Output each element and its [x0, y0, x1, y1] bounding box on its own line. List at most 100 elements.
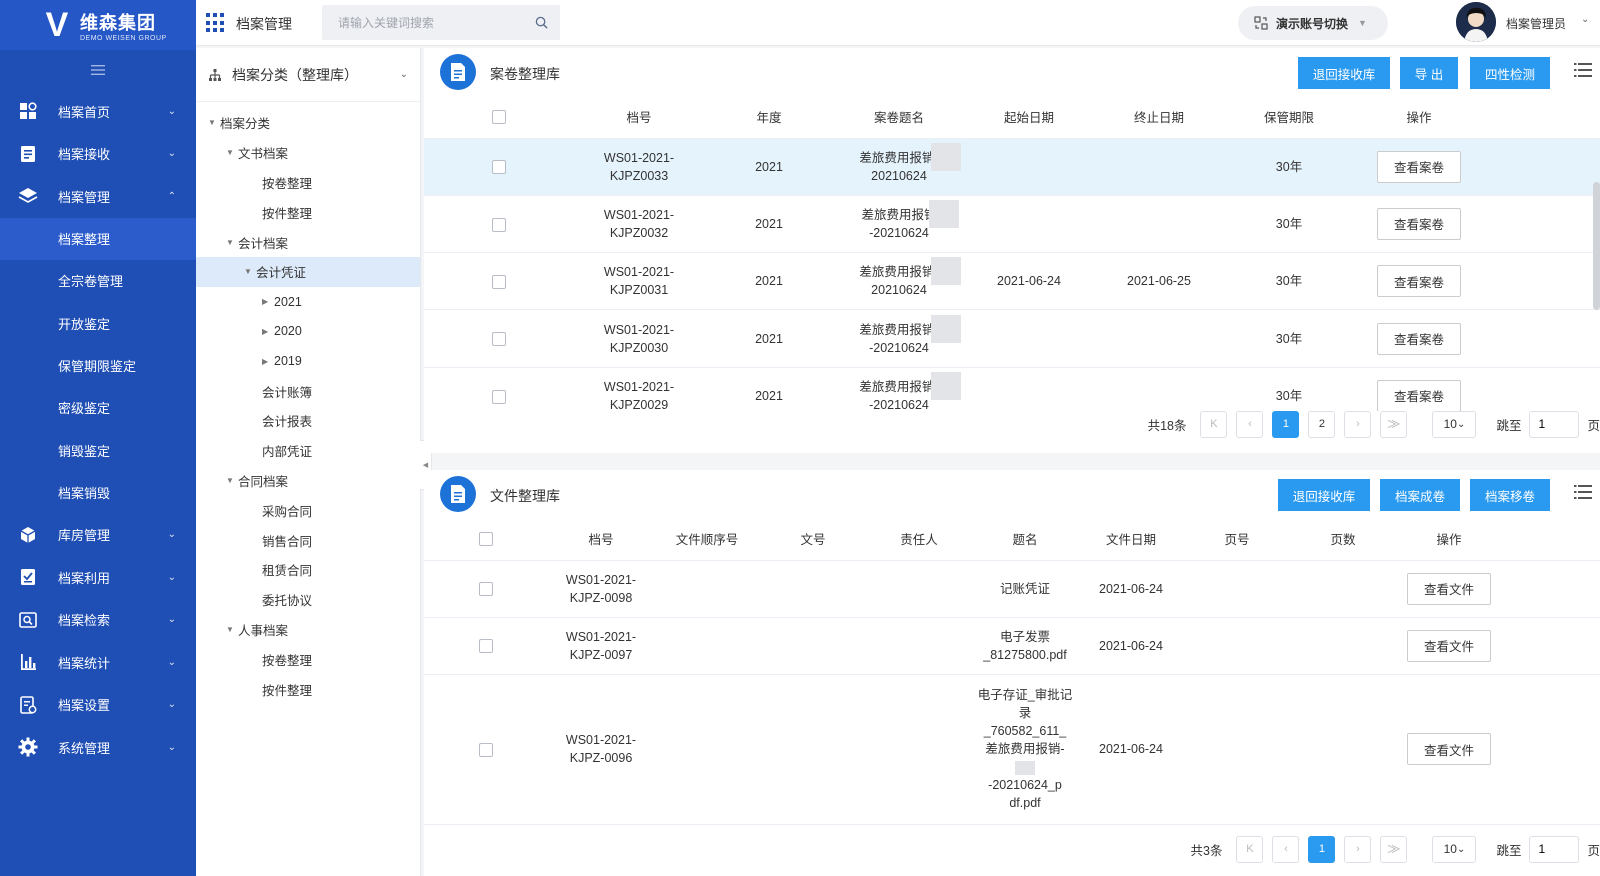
tree-node[interactable]: ▼ 会计档案 — [196, 227, 420, 257]
row-select-cell[interactable] — [424, 617, 548, 675]
column-header[interactable]: 页数 — [1290, 518, 1396, 561]
select-all-checkbox[interactable] — [492, 110, 506, 125]
view-volume-button[interactable]: 查看案卷 — [1376, 207, 1461, 240]
column-header[interactable]: 起始日期 — [964, 96, 1094, 139]
column-header[interactable]: 操作 — [1354, 96, 1484, 139]
tree-node[interactable]: ▼ 人事档案 — [196, 615, 420, 645]
column-header[interactable]: 年度 — [704, 96, 834, 139]
tree-node[interactable]: ▶ 2021 — [196, 287, 420, 317]
row-checkbox[interactable] — [479, 582, 493, 597]
caret-down-icon[interactable]: ▼ — [208, 118, 220, 127]
view-volume-button[interactable]: 查看案卷 — [1376, 150, 1461, 183]
tree-node[interactable]: 按卷整理 — [196, 168, 420, 198]
tree-node[interactable]: 按卷整理 — [196, 644, 420, 674]
menu-collapse-button[interactable] — [0, 50, 196, 90]
tree-node[interactable]: 委托协议 — [196, 585, 420, 615]
column-settings-icon[interactable] — [1574, 484, 1592, 500]
nav-item-receive[interactable]: 档案接收 ⌄ — [0, 133, 196, 176]
tree-node[interactable]: 按件整理 — [196, 197, 420, 227]
row-select-cell[interactable] — [424, 138, 574, 196]
next-page-button[interactable]: › — [1344, 835, 1372, 863]
nav-item-search[interactable]: 档案检索 ⌄ — [0, 599, 196, 642]
chevron-down-icon[interactable]: ⌄ — [1581, 14, 1589, 25]
tree-node[interactable]: 采购合同 — [196, 495, 420, 525]
nav-item-warehouse[interactable]: 库房管理 ⌄ — [0, 514, 196, 557]
next-page-button[interactable]: › — [1344, 410, 1372, 438]
column-header[interactable]: 终止日期 — [1094, 96, 1224, 139]
column-header[interactable]: 文号 — [760, 518, 866, 561]
volume-scrollbar[interactable] — [1593, 182, 1600, 310]
view-file-button[interactable]: 查看文件 — [1406, 629, 1491, 662]
page-number-button[interactable]: 2 — [1308, 410, 1336, 438]
row-select-cell[interactable] — [424, 195, 574, 254]
tree-header[interactable]: 档案分类（整理库） ⌄ — [196, 48, 420, 102]
return-to-receive-button[interactable]: 退回接收库 — [1298, 57, 1390, 89]
user-name[interactable]: 档案管理员 — [1506, 15, 1566, 32]
tree-node[interactable]: 内部凭证 — [196, 436, 420, 466]
caret-down-icon[interactable]: ▼ — [226, 238, 238, 247]
nav-sub-item-destroy-appraisal[interactable]: 销毁鉴定 — [0, 429, 196, 471]
page-number-button[interactable]: 1 — [1308, 835, 1336, 863]
nav-item-home[interactable]: 档案首页 ⌄ — [0, 90, 196, 133]
return-to-receive-button[interactable]: 退回接收库 — [1278, 479, 1370, 511]
file-table-scroll[interactable]: 档号 文件顺序号 文号 责任人 题名 文件日期 页号 页数 操作 WS01-20… — [424, 518, 1600, 842]
column-header[interactable]: 责任人 — [866, 518, 972, 561]
table-row[interactable]: WS01-2021- KJPZ0030 2021 差旅费用报销- -20210624 30… — [424, 309, 1600, 368]
tree-node[interactable]: 租赁合同 — [196, 555, 420, 585]
caret-right-icon[interactable]: ▶ — [262, 357, 274, 366]
caret-down-icon[interactable]: ▼ — [226, 148, 238, 157]
nav-item-manage[interactable]: 档案管理 ⌃ — [0, 175, 196, 218]
column-settings-icon[interactable] — [1574, 62, 1592, 78]
row-select-cell[interactable] — [424, 560, 548, 618]
last-page-button[interactable]: ⨠ — [1380, 410, 1408, 438]
apps-grid-icon[interactable] — [206, 13, 226, 33]
nav-sub-item-arrange[interactable]: 档案整理 — [0, 217, 196, 260]
form-volume-button[interactable]: 档案成卷 — [1380, 479, 1460, 511]
volume-table-scroll[interactable]: 档号 年度 案卷题名 起始日期 终止日期 保管期限 操作 WS01-2021- K… — [424, 96, 1600, 411]
view-file-button[interactable]: 查看文件 — [1406, 733, 1491, 765]
prev-page-button[interactable]: ‹ — [1236, 410, 1264, 438]
four-property-check-button[interactable]: 四性检测 — [1470, 57, 1550, 89]
prev-page-button[interactable]: ‹ — [1272, 835, 1300, 863]
jump-page-input[interactable] — [1529, 410, 1580, 438]
nav-item-utilize[interactable]: 档案利用 ⌄ — [0, 556, 196, 599]
tree-node[interactable]: 销售合同 — [196, 525, 420, 555]
row-select-cell[interactable] — [424, 252, 574, 311]
caret-down-icon[interactable]: ▼ — [226, 476, 238, 485]
caret-right-icon[interactable]: ▶ — [262, 297, 274, 306]
nav-item-statistics[interactable]: 档案统计 ⌄ — [0, 641, 196, 684]
export-button[interactable]: 导 出 — [1400, 57, 1458, 89]
tree-node[interactable]: 按件整理 — [196, 674, 420, 704]
avatar[interactable] — [1456, 2, 1496, 42]
row-select-cell[interactable] — [424, 367, 574, 411]
table-row[interactable]: WS01-2021- KJPZ-0097 电子发票 _81275800.pdf 2021… — [424, 617, 1600, 675]
row-select-cell[interactable] — [424, 674, 548, 825]
table-row[interactable]: WS01-2021- KJPZ0032 2021 差旅费用报销 -20210624 30年… — [424, 195, 1600, 254]
column-header[interactable]: 页号 — [1184, 518, 1290, 561]
table-row[interactable]: WS01-2021- KJPZ0033 2021 差旅费用报销- 20210624 30年… — [424, 138, 1600, 196]
view-volume-button[interactable]: 查看案卷 — [1376, 379, 1461, 411]
move-volume-button[interactable]: 档案移卷 — [1470, 479, 1550, 511]
row-checkbox[interactable] — [479, 742, 493, 757]
view-file-button[interactable]: 查看文件 — [1406, 572, 1491, 605]
row-checkbox[interactable] — [492, 274, 506, 289]
column-header[interactable]: 档号 — [574, 96, 704, 139]
column-header[interactable]: 保管期限 — [1224, 96, 1354, 139]
account-switch-button[interactable]: 演示账号切换 ▼ — [1238, 6, 1388, 40]
column-header[interactable]: 文件日期 — [1078, 518, 1184, 561]
row-checkbox[interactable] — [492, 160, 506, 175]
column-header[interactable]: 档号 — [548, 518, 654, 561]
first-page-button[interactable]: K — [1236, 835, 1264, 863]
tree-node[interactable]: ▶ 2019 — [196, 346, 420, 376]
last-page-button[interactable]: ⨠ — [1380, 835, 1408, 863]
nav-sub-item-open-appraisal[interactable]: 开放鉴定 — [0, 302, 196, 344]
jump-page-input[interactable] — [1529, 835, 1580, 863]
tree-node[interactable]: ▼ 合同档案 — [196, 466, 420, 496]
select-all-checkbox[interactable] — [479, 532, 493, 547]
select-all-cell[interactable] — [424, 518, 548, 561]
caret-down-icon[interactable]: ▼ — [244, 267, 256, 276]
column-header[interactable]: 案卷题名 — [834, 96, 964, 139]
tree-node[interactable]: ▶ 2020 — [196, 317, 420, 347]
nav-sub-item-fonds[interactable]: 全宗卷管理 — [0, 260, 196, 302]
nav-sub-item-retention[interactable]: 保管期限鉴定 — [0, 344, 196, 386]
